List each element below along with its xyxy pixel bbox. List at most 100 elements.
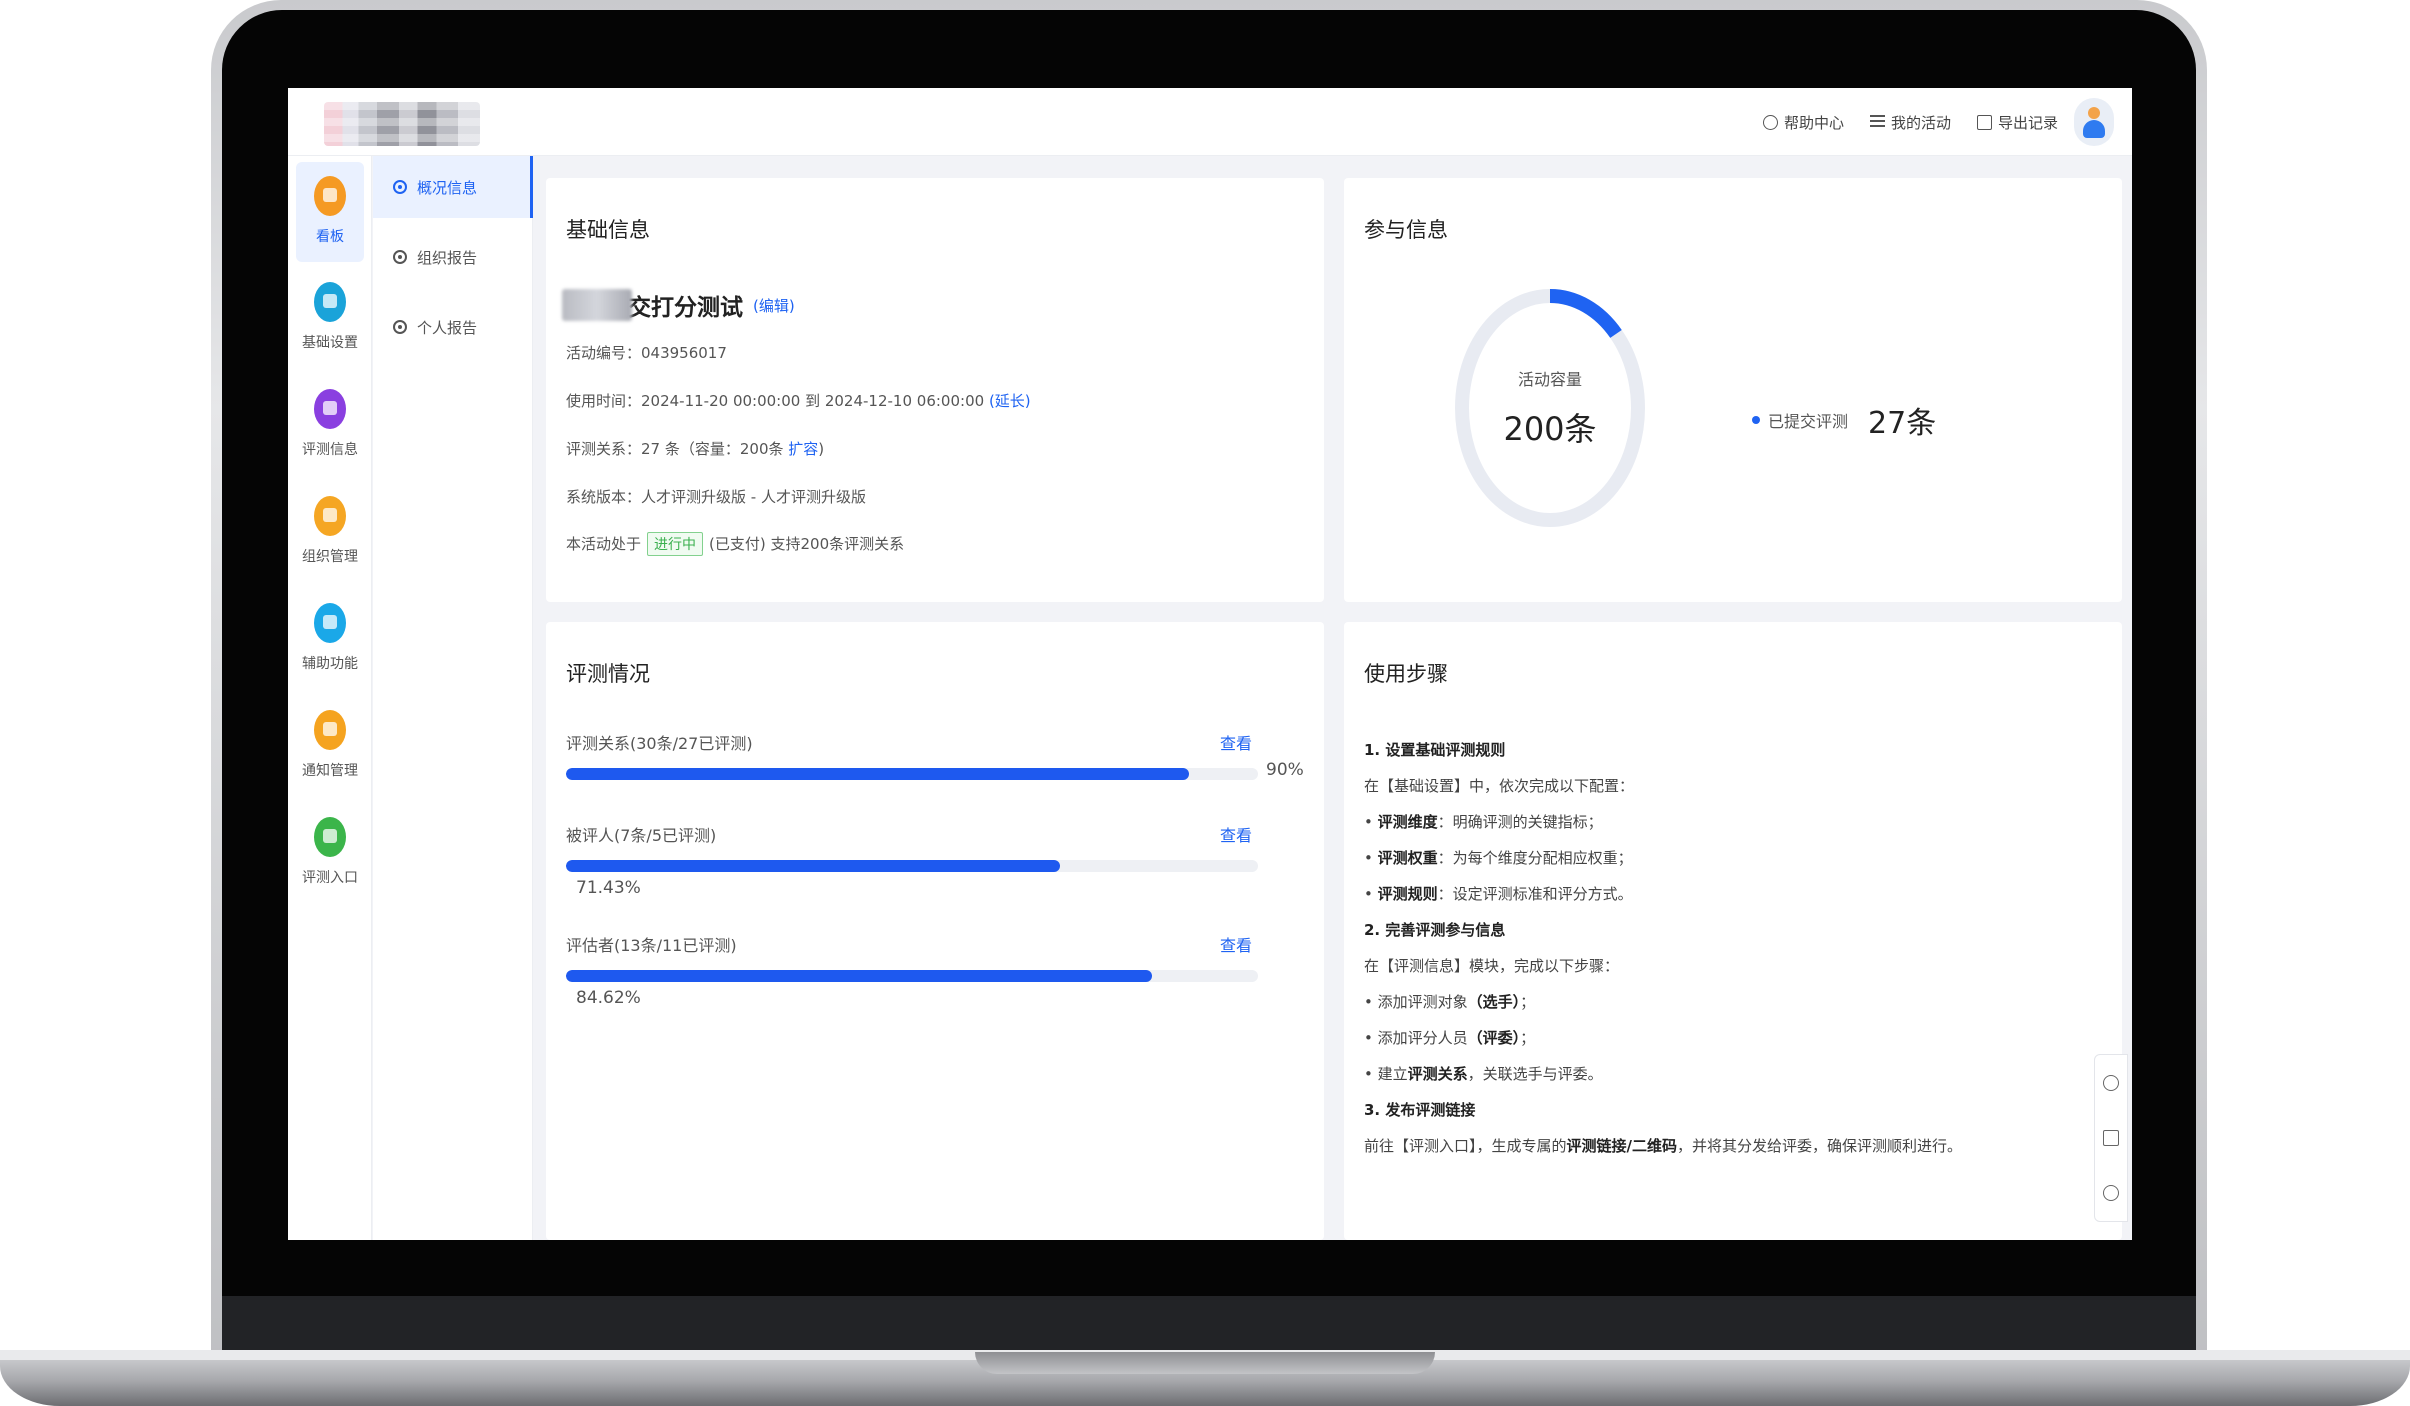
status-suffix: (已支付) 支持200条评测关系 xyxy=(709,535,905,553)
my-activities-label: 我的活动 xyxy=(1890,113,1951,132)
step-1-title: 1. 设置基础评测规则 xyxy=(1364,741,1506,759)
submitted-legend: 已提交评测 27条 xyxy=(1752,398,1936,442)
extend-link[interactable]: (延长) xyxy=(989,392,1031,410)
basic-info-card: 基础信息 交打分测试 (编辑) 活动编号：043956017 使用时间：2024… xyxy=(546,178,1324,602)
step-2-intro: 在【评测信息】模块，完成以下步骤： xyxy=(1364,957,1620,975)
step-text: ； xyxy=(1520,993,1536,1011)
step-text: 添加评测对象 xyxy=(1377,993,1468,1011)
step-2-item: • 添加评测对象（选手）； xyxy=(1364,993,1536,1011)
expand-link[interactable]: 扩容 xyxy=(788,440,818,458)
rail-item-entry[interactable]: 评测入口 xyxy=(296,803,364,903)
status-badge: 进行中 xyxy=(647,532,704,556)
status-prefix: 本活动处于 xyxy=(566,535,642,553)
activity-code: 活动编号：043956017 xyxy=(566,344,727,362)
legend-dot xyxy=(1752,416,1760,424)
step-text: 前往【评测入口】，生成专属的 xyxy=(1364,1137,1567,1155)
progress-track xyxy=(566,860,1258,872)
entry-icon xyxy=(314,817,346,857)
gear-icon xyxy=(393,180,407,194)
step-text: ，并将其分发给评委，确保评测顺利进行。 xyxy=(1677,1137,1963,1155)
rail-item-notification[interactable]: 通知管理 xyxy=(296,696,364,796)
rail-item-label: 通知管理 xyxy=(302,763,358,779)
usage-steps-card: 使用步骤 1. 设置基础评测规则 在【基础设置】中，依次完成以下配置： • 评测… xyxy=(1344,622,2122,1240)
settings-icon xyxy=(314,282,346,322)
rail-item-label: 组织管理 xyxy=(302,549,358,565)
view-link[interactable]: 查看 xyxy=(1220,730,1252,754)
dashboard-icon xyxy=(314,176,346,216)
rail-item-label: 辅助功能 xyxy=(302,656,358,672)
donut-center: 活动容量 200条 xyxy=(1452,286,1648,530)
progress-fill xyxy=(566,768,1189,780)
system-version: 系统版本：人才评测升级版 - 人才评测升级版 xyxy=(566,488,866,506)
step-bold: （评委） xyxy=(1467,1029,1521,1047)
evaluation-title: 评测情况 xyxy=(566,662,650,686)
capacity-value: 200条 xyxy=(1503,410,1597,448)
usage-time-row: 使用时间：2024-11-20 00:00:00 到 2024-12-10 06… xyxy=(566,390,1031,411)
step-3-text: 前往【评测入口】，生成专属的评测链接/二维码，并将其分发给评委，确保评测顺利进行… xyxy=(1364,1128,2104,1164)
step-bold: 评测规则 xyxy=(1377,885,1438,903)
activity-name: 交打分测试 xyxy=(628,295,743,321)
submitted-label: 已提交评测 xyxy=(1768,412,1849,431)
help-center-link[interactable]: 帮助中心 xyxy=(1762,112,1844,133)
step-1-intro: 在【基础设置】中，依次完成以下配置： xyxy=(1364,777,1635,795)
view-link[interactable]: 查看 xyxy=(1220,822,1252,846)
my-activities-link[interactable]: 我的活动 xyxy=(1869,112,1951,133)
app-screen: 帮助中心 我的活动 导出记录 看板 基础设置 评测信息 组织管理 辅助功能 通知… xyxy=(288,88,2132,1240)
step-text: ：为每个维度分配相应权重； xyxy=(1437,849,1633,867)
top-bar: 帮助中心 我的活动 导出记录 xyxy=(288,88,2132,156)
edit-link[interactable]: (编辑) xyxy=(753,295,795,316)
feedback-icon[interactable] xyxy=(2103,1129,2119,1146)
progress-label: 评测关系(30条/27已评测) xyxy=(566,734,753,753)
export-records-label: 导出记录 xyxy=(1997,113,2058,132)
question-icon[interactable] xyxy=(2103,1185,2119,1202)
step-bold: 评测权重 xyxy=(1377,849,1438,867)
help-icon xyxy=(1762,114,1778,130)
submitted-value: 27条 xyxy=(1868,406,1937,441)
steps-content: 1. 设置基础评测规则 在【基础设置】中，依次完成以下配置： • 评测维度：明确… xyxy=(1364,732,2104,1164)
list-icon xyxy=(1869,114,1885,130)
step-bold: （选手） xyxy=(1467,993,1521,1011)
floating-toolbar xyxy=(2094,1054,2128,1222)
progress-row-evaluators: 评估者(13条/11已评测) 查看 84.62% xyxy=(566,932,1306,1012)
progress-percent: 90% xyxy=(1266,760,1304,780)
subnav-item-overview[interactable]: 概况信息 xyxy=(373,156,533,218)
gear-icon xyxy=(393,250,407,264)
notification-icon xyxy=(314,710,346,750)
step-text: 建立 xyxy=(1377,1065,1408,1083)
headset-icon[interactable] xyxy=(2103,1074,2119,1091)
avatar-body xyxy=(2083,120,2105,138)
laptop-chin xyxy=(222,1296,2196,1355)
progress-fill xyxy=(566,970,1152,982)
redacted-name xyxy=(562,289,632,321)
rail-item-label: 评测入口 xyxy=(302,870,358,886)
rail-item-label: 基础设置 xyxy=(302,335,358,351)
rail-item-assist[interactable]: 辅助功能 xyxy=(296,589,364,689)
user-avatar[interactable] xyxy=(2074,98,2114,146)
relation-close: ) xyxy=(818,440,825,458)
relation-row: 评测关系：27 条（容量：200条 扩容) xyxy=(566,438,824,459)
evaluation-card: 评测情况 评测关系(30条/27已评测) 查看 90% 被评人(7条/5已评测)… xyxy=(546,622,1324,1240)
organization-icon xyxy=(314,496,346,536)
step-text: ：设定评测标准和评分方式。 xyxy=(1437,885,1633,903)
participation-title: 参与信息 xyxy=(1364,218,1448,242)
subnav-item-org-report[interactable]: 组织报告 xyxy=(373,226,533,288)
relation-count: 评测关系：27 条（容量：200条 xyxy=(566,440,784,458)
rail-item-assessment-info[interactable]: 评测信息 xyxy=(296,375,364,475)
export-records-link[interactable]: 导出记录 xyxy=(1976,112,2058,133)
subnav-item-personal-report[interactable]: 个人报告 xyxy=(373,296,533,358)
usage-steps-title: 使用步骤 xyxy=(1364,662,1448,686)
step-text: 添加评分人员 xyxy=(1377,1029,1468,1047)
rail-item-dashboard[interactable]: 看板 xyxy=(296,162,364,262)
progress-label: 评估者(13条/11已评测) xyxy=(566,936,737,955)
assist-icon xyxy=(314,603,346,643)
progress-track xyxy=(566,970,1258,982)
rail-item-organization[interactable]: 组织管理 xyxy=(296,482,364,582)
view-link[interactable]: 查看 xyxy=(1220,932,1252,956)
progress-percent: 84.62% xyxy=(576,988,641,1008)
step-text: ，关联选手与评委。 xyxy=(1467,1065,1603,1083)
step-bold: 评测链接/二维码 xyxy=(1566,1137,1677,1155)
subnav-item-label: 概况信息 xyxy=(417,178,478,197)
step-1-item: • 评测规则：设定评测标准和评分方式。 xyxy=(1364,885,1633,903)
step-text: ：明确评测的关键指标； xyxy=(1437,813,1603,831)
rail-item-settings[interactable]: 基础设置 xyxy=(296,268,364,368)
